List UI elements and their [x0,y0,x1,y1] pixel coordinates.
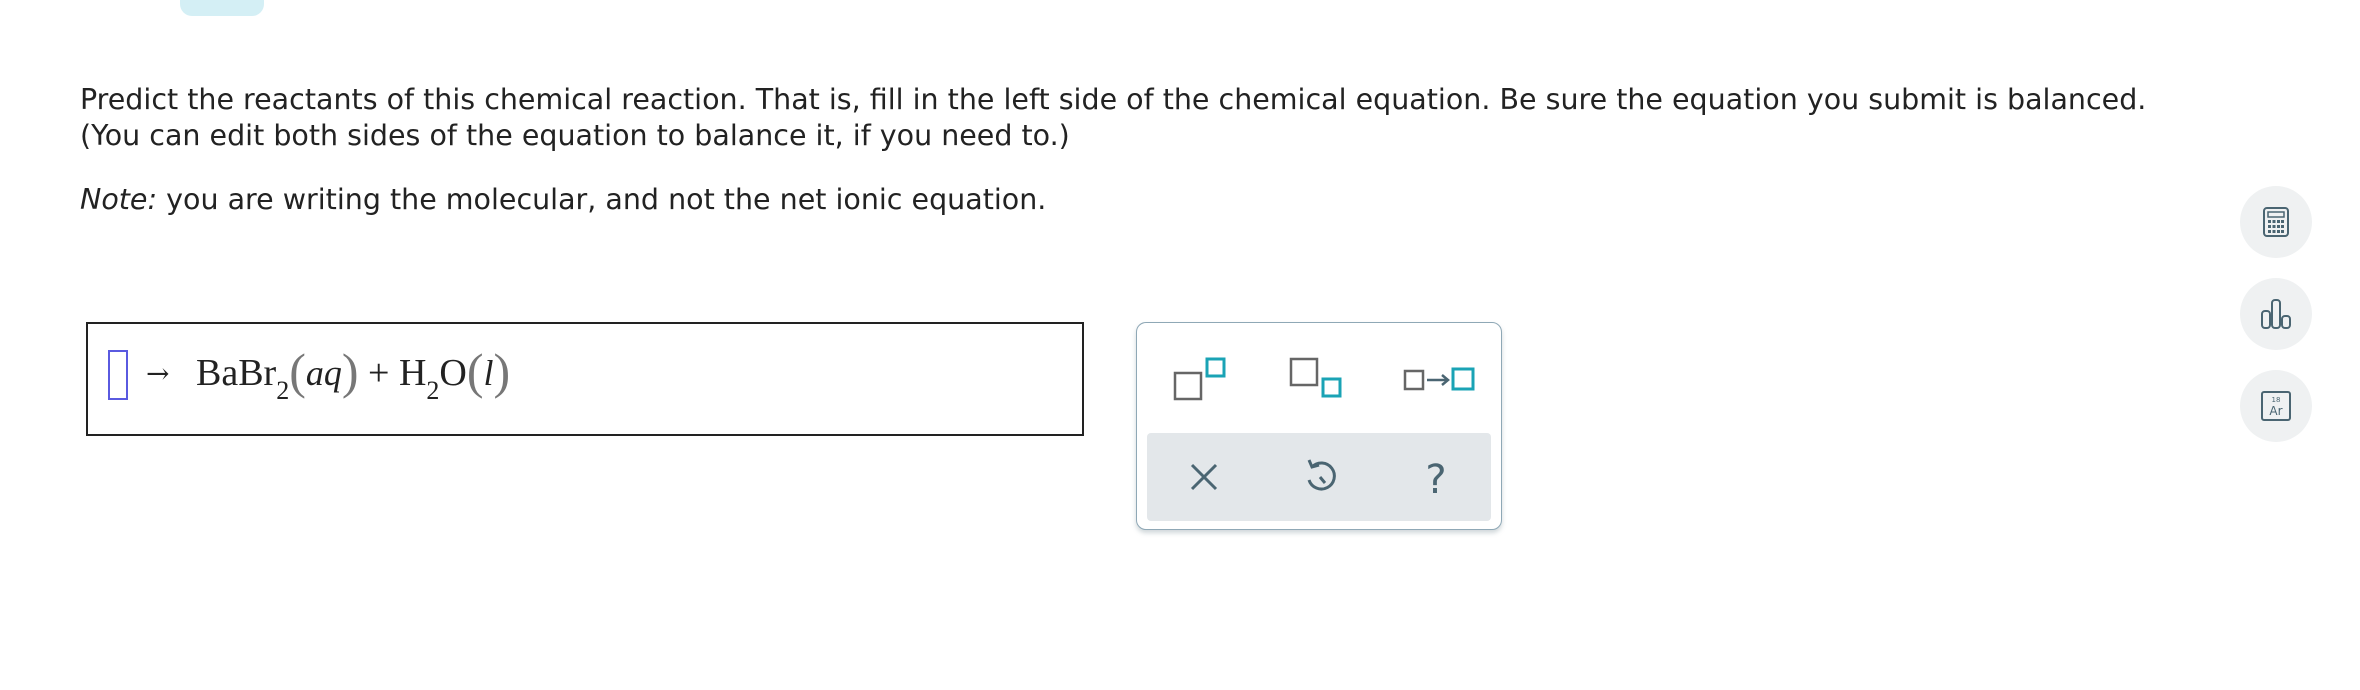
top-tab[interactable] [180,0,264,16]
product-2-formula-h: H [398,352,427,394]
equation-products: BaBr2(aq) + H2O(l) [196,343,511,405]
clear-icon[interactable] [1169,447,1239,507]
product-2-state: l [483,353,494,393]
reaction-arrow: → [146,357,170,390]
periodic-table-button[interactable]: 18 Ar [2240,370,2312,442]
product-2-formula-o: O [439,352,467,394]
periodic-symbol: Ar [2269,404,2282,418]
palette-actions-bar: ? [1147,433,1491,521]
note-label: Note: [80,183,158,216]
reactant-input-slot[interactable] [108,350,128,400]
question-line-1: Predict the reactants of this chemical r… [80,83,2147,116]
question-prompt: Predict the reactants of this chemical r… [80,82,2146,154]
periodic-number: 18 [2272,396,2281,404]
product-1-state: aq [305,353,342,393]
product-2-subscript: 2 [426,376,440,405]
equation-tool-palette: ? [1136,322,1502,530]
help-icon[interactable]: ? [1401,447,1471,507]
subscript-icon[interactable] [1283,349,1353,409]
data-chart-button[interactable] [2240,278,2312,350]
calculator-icon [2263,207,2289,237]
question-line-2: (You can edit both sides of the equation… [80,119,1070,152]
superscript-icon[interactable] [1167,349,1237,409]
product-1-formula: BaBr [196,352,277,394]
bar-chart-icon [2261,299,2291,329]
reaction-arrow-icon[interactable] [1399,349,1483,409]
product-1-subscript: 2 [276,376,290,405]
question-note: Note: you are writing the molecular, and… [80,182,1046,218]
equation-answer-box[interactable]: → BaBr2(aq) + H2O(l) [86,322,1084,436]
help-symbol: ? [1425,457,1446,503]
undo-icon[interactable] [1285,447,1355,507]
periodic-table-icon: 18 Ar [2261,391,2291,421]
plus-sign: + [368,352,390,394]
calculator-button[interactable] [2240,186,2312,258]
note-text: you are writing the molecular, and not t… [157,183,1047,216]
